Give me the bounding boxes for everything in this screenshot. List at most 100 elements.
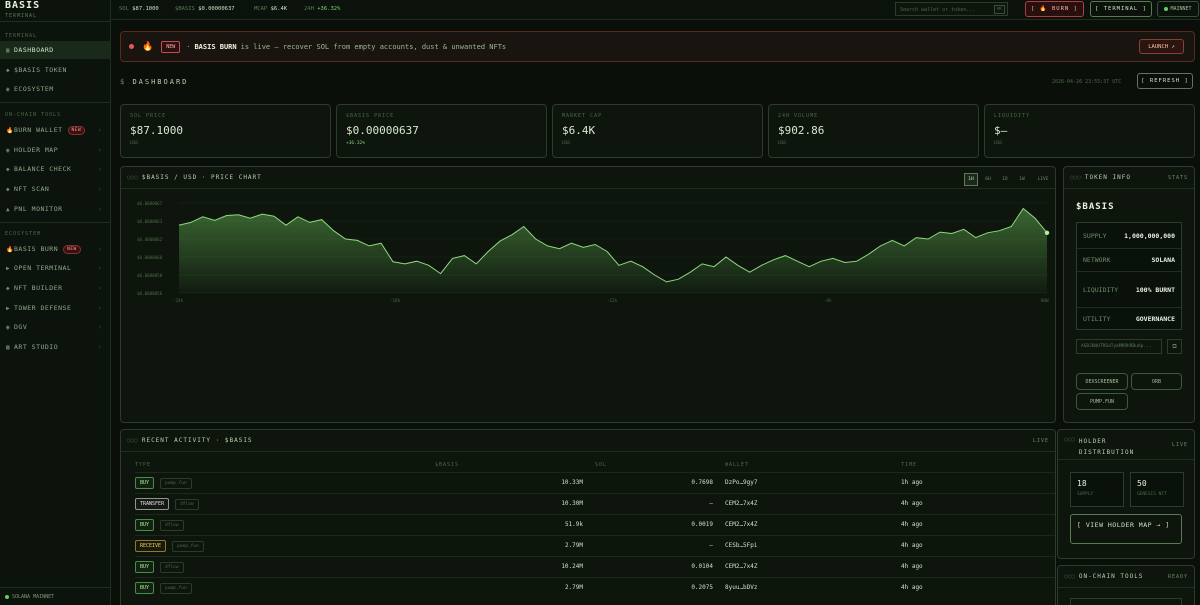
play-icon: ▶ [6, 264, 11, 272]
sidebar-item-label: NFT BUILDER [14, 284, 63, 292]
pumpfun-link[interactable]: PUMP.FUN [1076, 393, 1128, 410]
ticker-sol: SOL $87.1000 [119, 6, 159, 12]
stat-sub: USD [130, 141, 139, 146]
brand-logo[interactable]: BASIS [5, 0, 40, 11]
sol-amount: 0.0104 [595, 555, 725, 577]
price-chart-panel: ○○○ $BASIS / USD · PRICE CHART 1H 6H 1D 1… [120, 166, 1056, 423]
on-chain-tools-panel: ○○○ ON-CHAIN TOOLS READY [1057, 565, 1195, 605]
bullet: · [186, 42, 191, 51]
table-row[interactable]: BUY pump.fun 2.79M 0.2075 8yuu…bDVz 4h ago [135, 576, 1055, 598]
sidebar-item-nft-scan[interactable]: ◆ NFT SCAN › [0, 180, 110, 198]
timeframe-1d[interactable]: 1D [998, 173, 1012, 186]
wallet-link[interactable]: CEM2…7x4Z [725, 513, 901, 535]
chevron-right-icon: › [97, 205, 102, 213]
sidebar-item-ecosystem[interactable]: ◉ ECOSYSTEM [0, 80, 110, 98]
sidebar-item-balance-check[interactable]: ◆ BALANCE CHECK › [0, 160, 110, 178]
stat-card-market-cap: MARKET CAP $6.4K USD [552, 104, 763, 158]
current-price-point [1044, 230, 1050, 235]
sidebar-item-nft-builder[interactable]: ◆ NFT BUILDER › [0, 279, 110, 297]
panel-header: ○○○ ON-CHAIN TOOLS READY [1058, 566, 1194, 588]
type-badge: RECEIVE [135, 539, 167, 552]
stat-label: MARKET CAP [562, 113, 603, 119]
sidebar-item-holder-map[interactable]: ◉ HOLDER MAP › [0, 141, 110, 159]
network-button[interactable]: MAINNET [1157, 1, 1199, 17]
copy-icon[interactable]: ⧉ [1167, 339, 1182, 354]
ticker-basis: $BASIS $0.00000637 [175, 6, 235, 12]
sol-amount: — [595, 534, 725, 556]
page-title-text: DASHBOARD [132, 78, 189, 86]
tool-card[interactable] [1070, 598, 1182, 605]
live-indicator: LIVE [1037, 177, 1049, 182]
supply-card: 18 SUPPLY [1070, 472, 1124, 507]
sol-amount: 0.2075 [595, 576, 725, 598]
network-label: MAINNET [1170, 6, 1192, 12]
circle-icon: ◉ [6, 146, 11, 154]
type-badge: BUY [135, 581, 155, 594]
sidebar-item-dgv[interactable]: ◉ DGV › [0, 318, 110, 336]
sidebar-item-label: ECOSYSTEM [14, 85, 54, 93]
diamond-icon: ◆ [6, 284, 11, 292]
recent-activity-panel: ○○○ RECENT ACTIVITY · $BASIS LIVE TYPE $BA… [120, 429, 1056, 605]
wallet-link[interactable]: CEM2…7x4Z [725, 492, 901, 514]
window-dots-icon: ○○○ [127, 174, 138, 181]
table-row[interactable]: BUY dflow 51.9k 0.0019 CEM2…7x4Z 4h ago [135, 513, 1055, 535]
table-row[interactable]: TRANSFER dflow 10.30M — CEM2…7x4Z 4h ago [135, 492, 1055, 514]
wallet-link[interactable]: CEM2…7x4Z [725, 555, 901, 577]
chevron-right-icon: › [97, 343, 102, 351]
chevron-right-icon: › [97, 185, 102, 193]
sidebar-item-pnl-monitor[interactable]: ▲ PNL MONITOR › [0, 200, 110, 218]
timeframe-1w[interactable]: 1W [1015, 173, 1029, 186]
contract-address[interactable]: AGBJBQUTRSaTykMR9hRDuAp... [1076, 339, 1162, 354]
dexscreener-link[interactable]: DEXSCREENER [1076, 373, 1128, 390]
wallet-link[interactable]: 8yuu…bDVz [725, 576, 901, 598]
x-tick-label: -24h [173, 298, 184, 303]
stat-card-basis-price: $BASIS PRICE $0.00000637 +36.32% [336, 104, 547, 158]
burn-button[interactable]: [ 🔥 BURN ] [1025, 1, 1084, 17]
wallet-link[interactable]: CESb…5Fpi [725, 534, 901, 556]
panel-title: ON-CHAIN TOOLS [1078, 573, 1144, 580]
stat-sub: USD [778, 141, 787, 146]
table-row[interactable]: RECEIVE pump.fun 2.79M — CESb…5Fpi 4h ago [135, 534, 1055, 556]
timeframe-1h[interactable]: 1H [964, 173, 978, 186]
stat-value: $87.1000 [130, 124, 183, 137]
supply-label: SUPPLY [1077, 492, 1094, 497]
sidebar-item-tower-defense[interactable]: ▶ TOWER DEFENSE › [0, 299, 110, 317]
type-badge: BUY [135, 560, 155, 573]
view-holder-map-button[interactable]: [ VIEW HOLDER MAP → ] [1070, 514, 1182, 544]
sidebar-item-burn-wallet[interactable]: 🔥 BURN WALLET NEW › [0, 121, 110, 139]
section-label-terminal: TERMINAL [5, 33, 38, 39]
source-tag: pump.fun [172, 540, 204, 552]
stat-value: $902.86 [778, 124, 825, 137]
sidebar-item-dashboard[interactable]: ▣ DASHBOARD [0, 41, 110, 59]
y-tick-label: $0.0000060 [137, 255, 163, 260]
banner-title: BASIS BURN [194, 42, 237, 51]
diamond-icon: ◆ [6, 165, 11, 173]
token-info-table: SUPPLY 1,000,000,000 NETWORK SOLANA LIQUID… [1076, 222, 1182, 330]
table-row[interactable]: BUY pump.fun 10.33M 0.7698 DzPo…9gy7 1h ago [135, 471, 1055, 493]
ticker-mcap: MCAP $6.4K [254, 6, 287, 12]
sidebar-item-art-studio[interactable]: ▦ ART STUDIO › [0, 338, 110, 356]
basis-amount: 2.79M [435, 576, 595, 598]
sidebar-item-label: OPEN TERMINAL [14, 264, 72, 272]
orb-link[interactable]: ORB [1131, 373, 1182, 390]
divider [0, 222, 110, 223]
terminal-button[interactable]: [ TERMINAL ] [1090, 1, 1152, 17]
search-input[interactable]: Search wallet or token... ⌘K [895, 2, 1008, 16]
refresh-button[interactable]: [ REFRESH ] [1137, 73, 1193, 89]
sidebar-item-basis-burn[interactable]: 🔥 BASIS BURN NEW › [0, 240, 110, 258]
basis-amount: 51.9k [435, 513, 595, 535]
wallet-link[interactable]: DzPo…9gy7 [725, 471, 901, 493]
chevron-right-icon: › [97, 245, 102, 253]
launch-button[interactable]: LAUNCH ↗ [1139, 39, 1184, 54]
sidebar-item-open-terminal[interactable]: ▶ OPEN TERMINAL › [0, 259, 110, 277]
sidebar-item-basis-token[interactable]: ◆ $BASIS TOKEN [0, 61, 110, 79]
price-chart[interactable]: $0.0000067 $0.0000063 $0.0000062 $0.0000060… [135, 197, 1055, 307]
chevron-right-icon: › [97, 165, 102, 173]
timeframe-6h[interactable]: 6H [981, 173, 995, 186]
stat-label: SOL PRICE [130, 113, 167, 119]
table-row[interactable]: BUY dflow 10.24M 0.0104 CEM2…7x4Z 4h ago [135, 555, 1055, 577]
chevron-right-icon: › [97, 304, 102, 312]
basis-amount: 10.33M [435, 471, 595, 493]
panel-title: $BASIS / USD · PRICE CHART [141, 174, 262, 181]
new-badge: NEW [63, 244, 81, 254]
